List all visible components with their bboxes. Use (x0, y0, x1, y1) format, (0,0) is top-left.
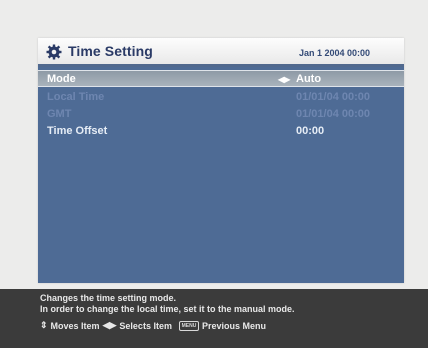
nav-select-label: Selects Item (119, 320, 172, 331)
nav-move-label: Moves Item (50, 320, 100, 331)
row-value: 01/01/04 00:00 (296, 108, 371, 120)
header: Time Setting Jan 1 2004 00:00 (38, 38, 404, 67)
row-label: GMT (47, 108, 72, 120)
help-footer: Changes the time setting mode. In order … (0, 289, 428, 348)
up-down-arrows-icon: ⇕ (40, 320, 48, 330)
time-setting-window: Time Setting Jan 1 2004 00:00 Mode ◀▶ Au… (38, 38, 404, 283)
left-right-arrows-icon: ◀▶ (102, 320, 117, 330)
row-value: 01/01/04 00:00 (296, 91, 371, 103)
row-mode[interactable]: Mode ◀▶ Auto (38, 70, 404, 87)
row-label: Mode (47, 73, 76, 85)
row-label: Time Offset (47, 125, 108, 137)
menu-key-icon: MENU (178, 320, 199, 331)
row-time-offset[interactable]: Time Offset 00:00 (38, 123, 404, 140)
gear-icon (46, 44, 62, 60)
row-value: 00:00 (296, 125, 325, 137)
help-text-line-1: Changes the time setting mode. (40, 293, 177, 303)
row-local-time: Local Time 01/01/04 00:00 (38, 89, 404, 106)
current-date: Jan 1 2004 00:00 (298, 48, 370, 58)
row-gmt: GMT 01/01/04 00:00 (38, 106, 404, 123)
screen: Time Setting Jan 1 2004 00:00 Mode ◀▶ Au… (0, 0, 428, 348)
left-right-arrows-icon: ◀▶ (278, 75, 291, 84)
nav-previous-label: Previous Menu (201, 320, 266, 331)
row-value: Auto (296, 73, 322, 85)
row-label: Local Time (47, 91, 105, 103)
key-hints: ⇕ Moves Item ◀▶ Selects Item MENU Previo… (40, 320, 266, 331)
help-text-line-2: In order to change the local time, set i… (40, 304, 295, 314)
settings-panel: Mode ◀▶ Auto Local Time 01/01/04 00:00 G… (38, 67, 404, 283)
page-title: Time Setting (68, 43, 153, 59)
